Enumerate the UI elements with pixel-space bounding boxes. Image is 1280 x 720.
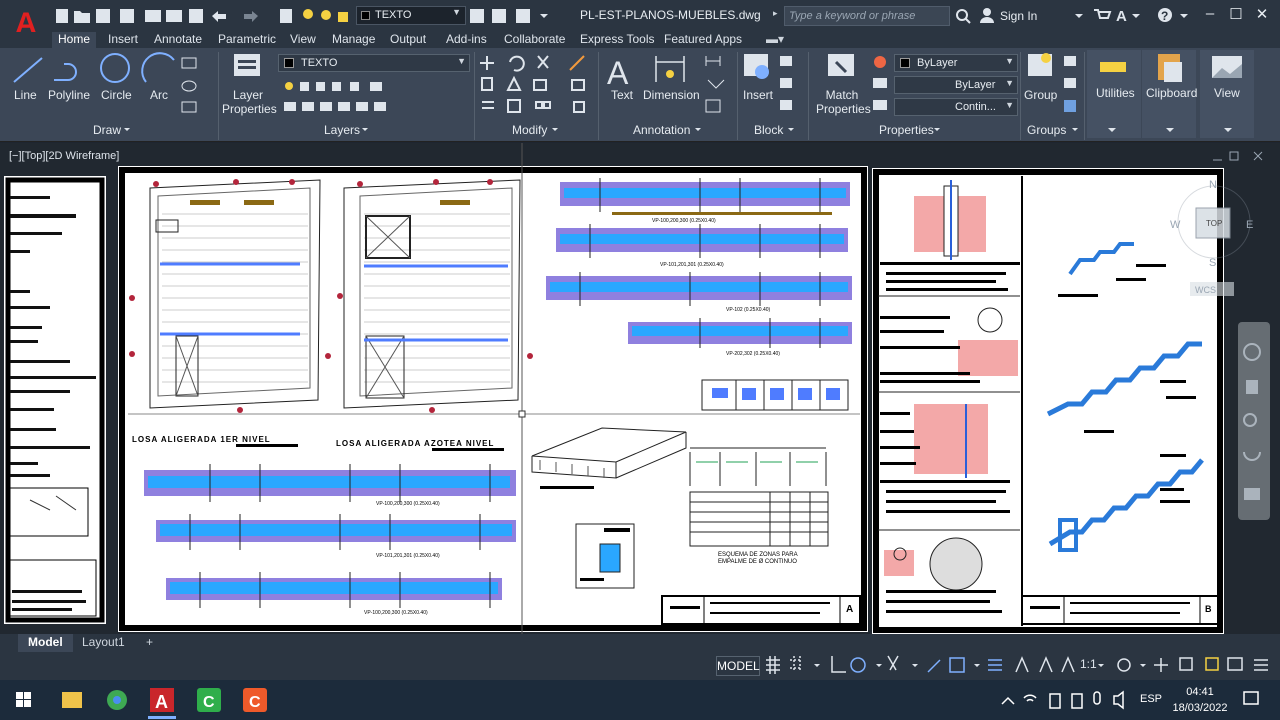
file-explorer-icon — [62, 692, 82, 708]
input-language[interactable]: ESP — [1140, 693, 1162, 705]
svg-text:A: A — [155, 692, 168, 712]
wifi-icon — [1023, 694, 1037, 702]
clock-date[interactable]: 18/03/2022 — [1170, 702, 1230, 714]
windows-start-icon — [16, 692, 31, 707]
svg-text:C: C — [203, 694, 215, 711]
tray-chevron-icon — [1001, 696, 1015, 705]
taskbar-icons: A C C — [16, 688, 1259, 719]
battery-icon — [1049, 693, 1061, 709]
microphone-icon — [1093, 691, 1101, 705]
clock-time[interactable]: 04:41 — [1170, 686, 1230, 698]
notification-icon — [1243, 691, 1259, 705]
app-tray-icon — [1071, 693, 1083, 709]
volume-icon — [1113, 690, 1124, 710]
svg-text:C: C — [249, 694, 261, 711]
